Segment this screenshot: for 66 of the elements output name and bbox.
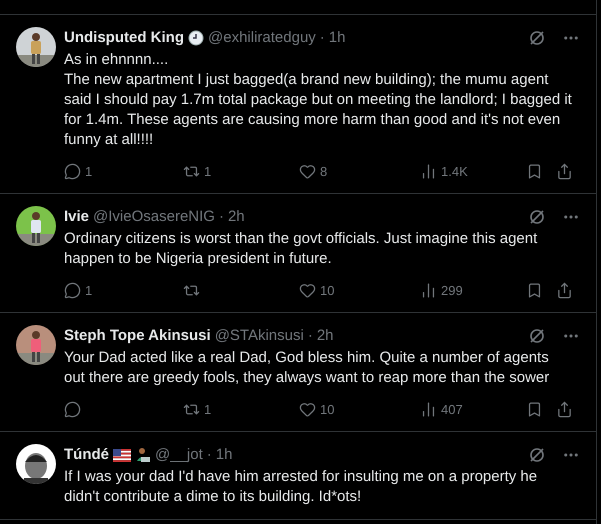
count: 8 <box>320 162 328 180</box>
post-text: Your Dad acted like a real Dad, God bless him. Quite a number of agents out there are greedy fools, they always want to reap more than the sower <box>64 348 550 388</box>
like-icon <box>299 282 316 299</box>
post-time: 2h <box>316 326 334 346</box>
count: 1.4K <box>441 162 468 180</box>
like-button[interactable]: 10 <box>299 280 420 300</box>
views-icon <box>420 400 437 418</box>
like-icon <box>299 400 316 418</box>
user-handle: @STAkinsusi <box>214 326 304 346</box>
user-handle: @exhiliratedguy <box>208 28 316 48</box>
count: 1 <box>85 162 92 180</box>
share-button[interactable] <box>556 162 573 180</box>
reply-icon <box>64 282 81 299</box>
reply-icon <box>64 162 81 180</box>
views-icon <box>420 162 437 180</box>
user-name[interactable]: Túndé <box>64 444 109 466</box>
reply-button[interactable]: 1 <box>64 280 183 300</box>
views-icon <box>420 282 437 299</box>
count: 10 <box>320 282 334 300</box>
views-button[interactable]: 407 <box>420 400 526 419</box>
user-name[interactable]: Undisputed King <box>64 27 184 50</box>
post-text: As in ehnnnn.... <box>64 50 170 70</box>
post-time: 1h <box>328 28 346 48</box>
repost-button[interactable]: 1 <box>183 162 299 181</box>
grok-icon[interactable] <box>528 446 546 464</box>
separator-dot: · <box>308 326 313 346</box>
user-name[interactable]: Ivie <box>64 206 90 228</box>
share-icon <box>556 400 573 418</box>
like-button[interactable]: 8 <box>299 162 420 181</box>
clock-icon <box>188 30 204 46</box>
share-button[interactable] <box>556 400 573 418</box>
user-name[interactable]: Steph Tope Akinsusi <box>64 325 211 348</box>
count: 1 <box>204 400 212 418</box>
like-button[interactable]: 10 <box>299 400 420 419</box>
count: 10 <box>320 400 334 418</box>
separator-dot: · <box>320 28 325 48</box>
share-icon <box>556 162 573 180</box>
bookmark-icon <box>526 400 543 418</box>
count: 1 <box>204 162 212 180</box>
reply-icon <box>64 400 81 418</box>
user-handle: @__jot <box>155 445 203 465</box>
post-time: 1h <box>216 445 232 465</box>
post-text: Ordinary citizens is worst than the govt officials. Just imagine this agent happen to be Nigeria president in future. <box>64 228 538 268</box>
grok-icon[interactable] <box>528 327 546 346</box>
count: 1 <box>85 282 92 300</box>
separator-dot: · <box>218 207 224 227</box>
count: 407 <box>441 400 463 418</box>
post-text: The new apartment I just bagged(a brand new building); the mumu agent said I should pay 1.7m total package but on meeting the landlord; I bagged it for 1.4m. These agents are causing more harm than good and it's not even funny at all!!!! <box>64 70 572 150</box>
count: 299 <box>441 282 463 300</box>
person-laptop-icon <box>135 447 151 464</box>
views-button[interactable]: 299 <box>420 280 526 300</box>
user-handle: @IvieOsasereNIG <box>93 207 215 227</box>
share-button[interactable] <box>556 282 573 299</box>
like-icon <box>299 162 316 180</box>
repost-button[interactable]: 1 <box>183 400 299 419</box>
grok-icon[interactable] <box>528 29 546 48</box>
bookmark-icon <box>526 162 543 180</box>
views-button[interactable]: 1.4K <box>420 162 526 181</box>
bookmark-icon <box>526 282 543 299</box>
grok-icon[interactable] <box>528 208 546 226</box>
post-time: 2h <box>228 207 245 227</box>
reply-button[interactable]: 1 <box>64 162 183 181</box>
separator-dot: · <box>206 445 212 465</box>
post-text: If I was your dad I'd have him arrested for insulting me on a property he didn't contribute a dime to its building. Id*ots! <box>64 466 538 506</box>
flag-icon <box>113 448 131 462</box>
share-icon <box>556 282 573 299</box>
